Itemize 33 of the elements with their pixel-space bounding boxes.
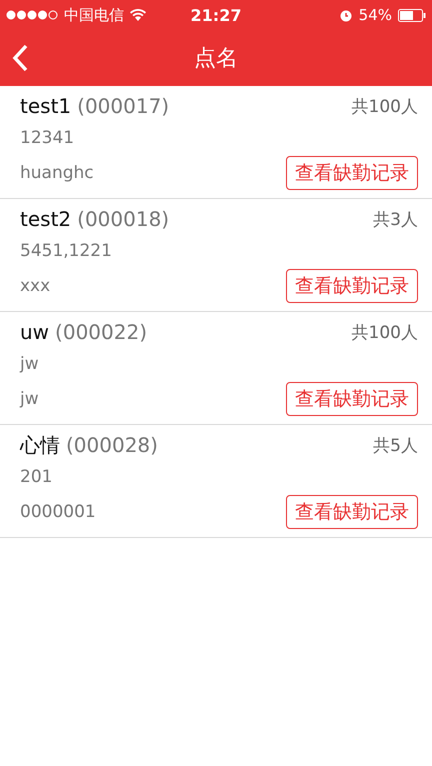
class-name: uw	[20, 320, 50, 344]
absence-record-button[interactable]: 查看缺勤记录	[286, 495, 418, 529]
class-code: (000022)	[55, 320, 147, 344]
wifi-icon	[130, 9, 146, 21]
class-code: (000017)	[77, 94, 170, 118]
class-code: (000018)	[77, 207, 170, 231]
class-detail: 5451,1221	[20, 241, 112, 261]
absence-record-button[interactable]: 查看缺勤记录	[286, 269, 418, 303]
teacher-name: xxx	[20, 276, 50, 296]
class-detail: 201	[20, 467, 52, 487]
back-icon[interactable]	[12, 44, 28, 72]
signal-icon	[6, 10, 58, 20]
carrier-name: 中国电信	[64, 6, 124, 24]
class-detail: 12341	[20, 128, 74, 148]
page-title: 点名	[194, 45, 238, 73]
teacher-name: jw	[20, 389, 39, 409]
student-count: 共100人	[352, 322, 418, 344]
absence-record-button[interactable]: 查看缺勤记录	[286, 156, 418, 190]
class-name: test1	[20, 94, 72, 118]
battery-percent: 54%	[358, 6, 392, 24]
clock-time: 21:27	[190, 6, 242, 24]
class-detail: jw	[20, 354, 39, 374]
class-code: (000028)	[66, 432, 158, 456]
battery-icon	[398, 8, 426, 22]
alarm-icon	[338, 8, 353, 22]
absence-record-button[interactable]: 查看缺勤记录	[286, 382, 418, 416]
student-count: 共100人	[352, 96, 418, 118]
student-count: 共5人	[373, 434, 418, 456]
class-name: 心情	[20, 432, 60, 456]
teacher-name: 0000001	[20, 502, 96, 522]
teacher-name: huanghc	[20, 163, 94, 183]
student-count: 共3人	[373, 208, 418, 230]
class-name: test2	[20, 207, 72, 231]
